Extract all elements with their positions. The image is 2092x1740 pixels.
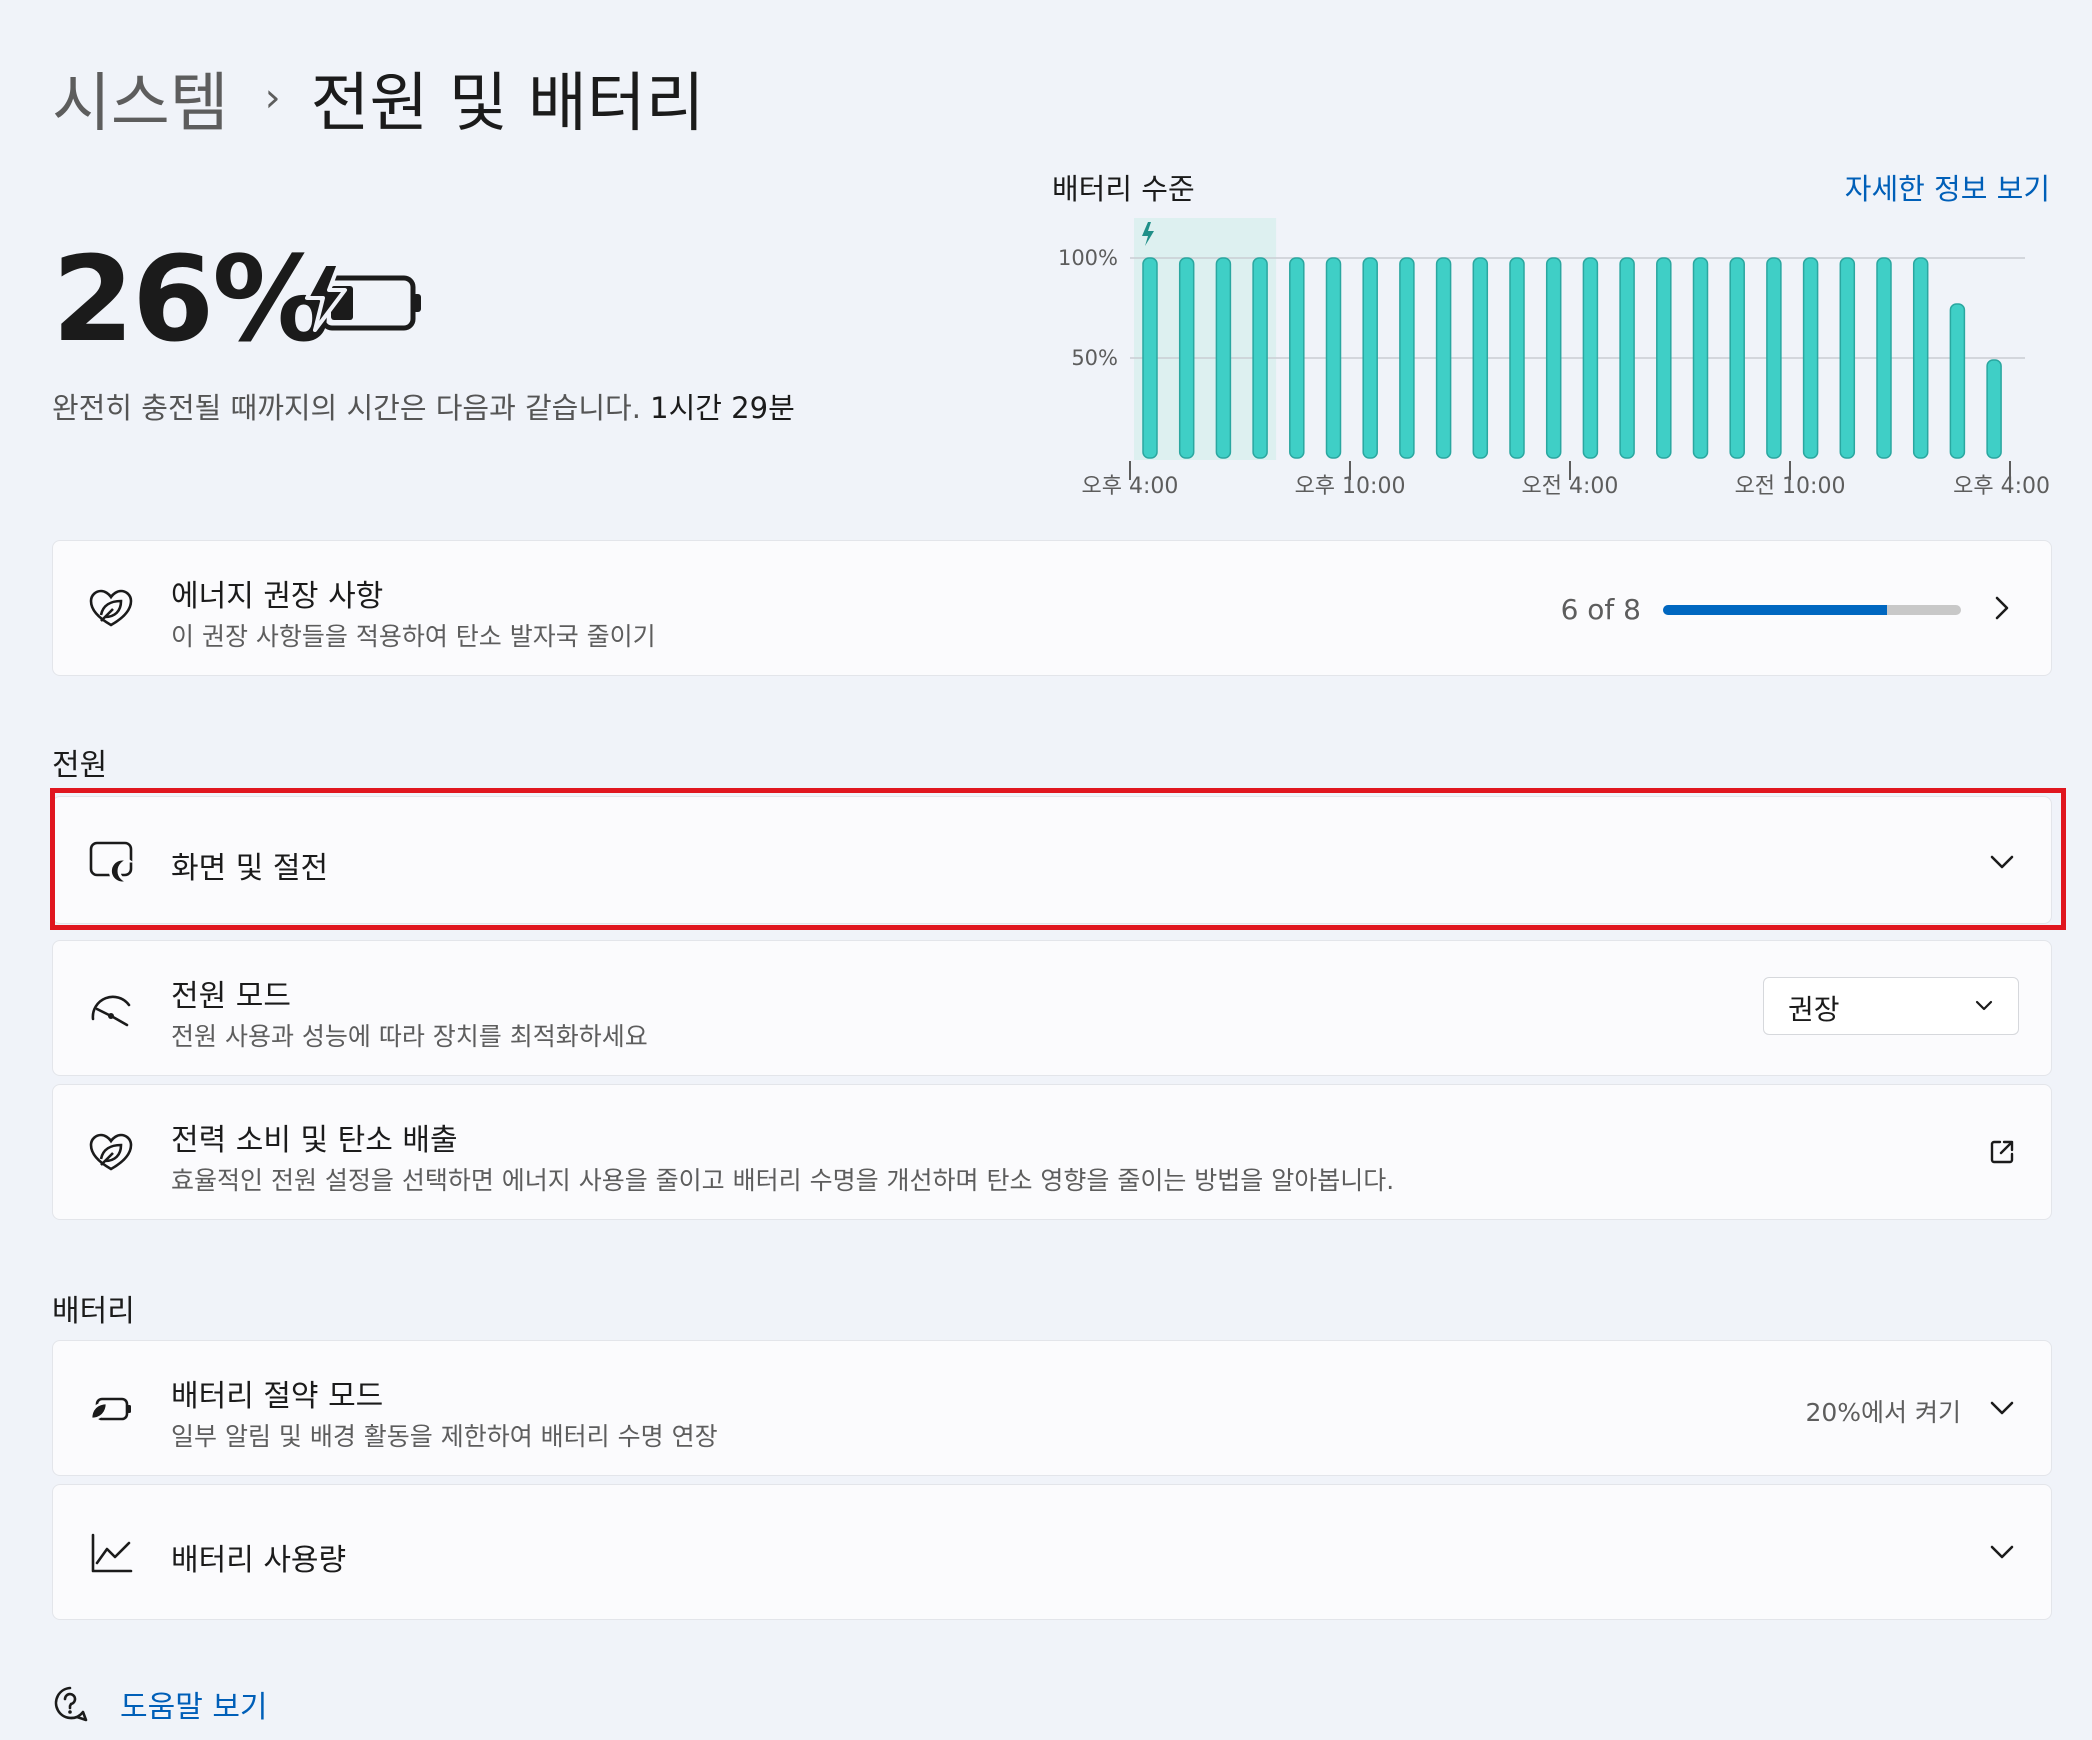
battery-level-chart: 100% 50% 오후 4:00 오후 10:00 오전 4:00 오전 10:00 오후 …	[1058, 218, 2050, 499]
battery-bar	[1656, 257, 1672, 459]
chevron-down-icon	[1990, 855, 2014, 869]
power-section-heading: 전원	[52, 748, 108, 783]
power-mode-card: 전원 모드 전원 사용과 성능에 따라 장치를 최적화하세요 권장	[52, 940, 2052, 1076]
x-tick-label: 오전 10:00	[1735, 474, 1846, 499]
power-carbon-subtitle: 효율적인 전원 설정을 선택하면 에너지 사용을 줄이고 배터리 수명을 개선하…	[171, 1166, 1395, 1195]
battery-bar	[1692, 257, 1709, 459]
power-mode-title: 전원 모드	[171, 979, 291, 1014]
breadcrumb: 시스템 › 전원 및 배터리	[52, 52, 705, 144]
battery-saver-card[interactable]: 배터리 절약 모드 일부 알림 및 배경 활동을 제한하여 배터리 수명 연장 …	[52, 1340, 2052, 1476]
x-tick-label: 오후 4:00	[1953, 474, 2050, 499]
screen-sleep-card[interactable]: 화면 및 절전	[52, 796, 2052, 924]
x-tick-label: 오후 10:00	[1295, 474, 1406, 499]
screen-sleep-icon	[89, 841, 134, 885]
chevron-down-icon	[1990, 1401, 2014, 1415]
battery-saver-title: 배터리 절약 모드	[171, 1379, 384, 1414]
chevron-right-icon	[1995, 596, 2009, 620]
battery-bar	[1142, 257, 1158, 459]
view-details-link[interactable]: 자세한 정보 보기	[1845, 166, 2050, 208]
battery-bar	[1619, 257, 1635, 459]
x-tick-label: 오전 4:00	[1522, 474, 1619, 499]
energy-progress-fill	[1663, 605, 1887, 615]
screen-sleep-title: 화면 및 절전	[171, 851, 329, 886]
battery-bar	[1325, 257, 1342, 459]
charging-battery-icon	[305, 262, 421, 332]
battery-level-title: 배터리 수준	[1052, 172, 1195, 206]
power-carbon-card[interactable]: 전력 소비 및 탄소 배출 효율적인 전원 설정을 선택하면 에너지 사용을 줄…	[52, 1084, 2052, 1220]
battery-bar	[1399, 257, 1415, 459]
help-chat-icon	[54, 1686, 88, 1722]
power-carbon-title: 전력 소비 및 탄소 배출	[171, 1123, 458, 1158]
y-tick-label: 100%	[1058, 246, 1118, 270]
battery-bar	[1178, 257, 1195, 459]
chevron-down-icon	[1975, 1000, 1993, 1011]
power-mode-dropdown[interactable]: 권장	[1763, 977, 2019, 1035]
power-mode-selected: 권장	[1788, 993, 1840, 1026]
charge-time-text: 완전히 충전될 때까지의 시간은 다음과 같습니다. 1시간 29분	[52, 385, 795, 427]
leaf-heart-icon	[89, 589, 133, 627]
energy-title: 에너지 권장 사항	[171, 579, 384, 614]
battery-bar	[1839, 257, 1856, 459]
battery-percentage: 26%	[52, 230, 330, 368]
battery-bar	[1876, 257, 1892, 459]
battery-bar	[1949, 303, 1966, 459]
battery-usage-title: 배터리 사용량	[171, 1543, 347, 1578]
battery-bar	[1545, 257, 1562, 459]
battery-usage-card[interactable]: 배터리 사용량	[52, 1484, 2052, 1620]
energy-recommendations-card[interactable]: 에너지 권장 사항 이 권장 사항들을 적용하여 탄소 발자국 줄이기 6 of…	[52, 540, 2052, 676]
line-chart-icon	[91, 1533, 133, 1573]
external-link-icon	[1990, 1140, 2014, 1164]
breadcrumb-system-link[interactable]: 시스템	[52, 52, 229, 144]
help-label: 도움말 보기	[120, 1690, 268, 1725]
battery-bar	[1362, 257, 1378, 459]
battery-bar	[1802, 257, 1819, 459]
battery-saver-icon	[89, 1397, 131, 1421]
battery-saver-value: 20%에서 켜기	[1805, 1398, 1961, 1427]
speedometer-icon	[91, 995, 131, 1027]
help-link[interactable]: 도움말 보기	[50, 1682, 268, 1726]
power-mode-subtitle: 전원 사용과 성능에 따라 장치를 최적화하세요	[171, 1022, 648, 1051]
battery-section-heading: 배터리	[52, 1294, 135, 1329]
battery-bar	[1472, 257, 1489, 459]
charge-time-value: 1시간 29분	[650, 391, 795, 425]
battery-bar	[1912, 257, 1929, 459]
battery-bar	[1729, 257, 1745, 459]
battery-bar	[1435, 257, 1452, 459]
battery-bar	[1509, 257, 1525, 459]
breadcrumb-separator: ›	[264, 75, 281, 121]
battery-bar	[1766, 257, 1782, 459]
page-title: 전원 및 배터리	[310, 67, 705, 141]
charge-time-label: 완전히 충전될 때까지의 시간은 다음과 같습니다.	[52, 391, 641, 425]
battery-bar	[1215, 257, 1232, 459]
y-tick-label: 50%	[1071, 346, 1118, 370]
battery-bar	[1986, 359, 2002, 459]
battery-saver-subtitle: 일부 알림 및 배경 활동을 제한하여 배터리 수명 연장	[171, 1422, 718, 1451]
energy-progress-text: 6 of 8	[1560, 593, 1641, 626]
chevron-down-icon	[1990, 1545, 2014, 1559]
battery-bar	[1252, 257, 1268, 459]
energy-progress-bar	[1663, 605, 1961, 615]
battery-bar	[1582, 257, 1599, 459]
energy-subtitle: 이 권장 사항들을 적용하여 탄소 발자국 줄이기	[171, 622, 656, 651]
leaf-heart-icon	[89, 1133, 133, 1171]
battery-bar	[1289, 257, 1305, 459]
x-tick-label: 오후 4:00	[1082, 474, 1179, 499]
